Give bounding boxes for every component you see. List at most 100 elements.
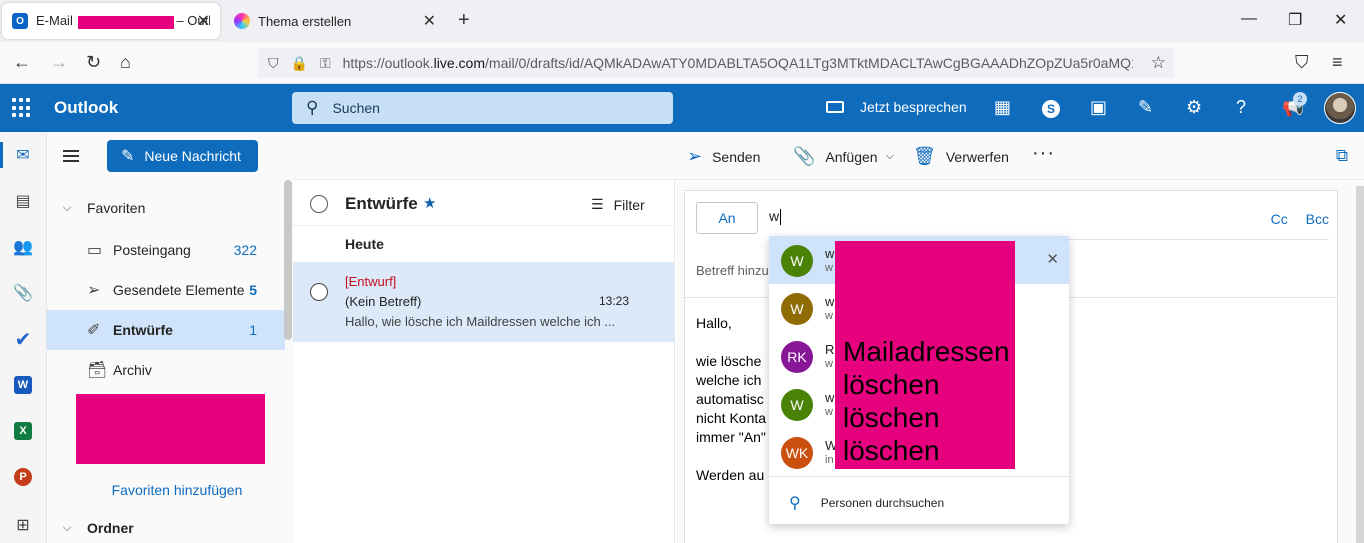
tab-title: E-Mail – Outl: [36, 13, 210, 29]
filter-icon: ☰: [591, 196, 604, 212]
excel-icon[interactable]: X: [14, 422, 32, 440]
back-icon[interactable]: ←: [13, 52, 31, 73]
todo-icon[interactable]: ✔: [12, 328, 34, 351]
reading-scrollbar[interactable]: [1356, 186, 1364, 543]
browser-tab-outlook[interactable]: O E-Mail – Outl ✕: [2, 3, 220, 39]
cc-link[interactable]: Cc: [1271, 211, 1288, 227]
close-icon[interactable]: ✕: [1046, 250, 1059, 268]
attach-button[interactable]: 📎 Anfügen ⌵: [793, 146, 894, 167]
browser-tab-thema[interactable]: Thema erstellen ✕: [224, 3, 446, 39]
folder-pane: ✎ Neue Nachricht ⌵ Favoriten ▭ Posteinga…: [47, 132, 293, 543]
recipient-suggestions: W w w ✕ W w w RK R w W w w WK W in Maila…: [769, 236, 1069, 524]
folder-sent[interactable]: ➢ Gesendete Elemente 5: [47, 270, 285, 310]
folder-inbox[interactable]: ▭ Posteingang 322: [47, 230, 285, 270]
send-button[interactable]: ➢ Senden: [687, 146, 760, 167]
app-brand[interactable]: Outlook: [54, 98, 118, 118]
folder-scrollbar[interactable]: [284, 180, 292, 340]
shield-icon[interactable]: ⛉: [268, 55, 279, 72]
contact-email: w: [825, 262, 833, 274]
body-line: nicht Konta: [696, 410, 767, 426]
people-icon[interactable]: 👥: [12, 236, 34, 258]
browser-tab-strip: O E-Mail – Outl ✕ Thema erstellen ✕ + — …: [0, 0, 1364, 42]
inbox-icon: ▭: [87, 242, 103, 259]
to-button[interactable]: An: [696, 202, 758, 234]
hamburger-icon[interactable]: [63, 150, 79, 165]
send-icon: ➢: [687, 146, 703, 166]
meet-now-button[interactable]: Jetzt besprechen: [826, 99, 967, 115]
restore-icon[interactable]: ❐: [1288, 10, 1302, 30]
mail-icon[interactable]: ✉: [12, 144, 34, 166]
folders-header[interactable]: ⌵ Ordner: [47, 508, 285, 543]
minimize-icon[interactable]: —: [1241, 10, 1257, 28]
unread-count: 1: [249, 322, 257, 338]
search-icon: ⚲: [306, 98, 319, 117]
powerpoint-icon[interactable]: P: [14, 468, 32, 486]
new-message-label: Neue Nachricht: [144, 148, 241, 164]
subject-field[interactable]: Betreff hinzu: [696, 263, 769, 278]
favorites-header[interactable]: ⌵ Favoriten: [47, 188, 285, 228]
pop-out-icon[interactable]: ⧉: [1336, 146, 1348, 166]
video-camera-icon: [826, 101, 844, 113]
attachment-icon[interactable]: 📎: [12, 282, 34, 304]
menu-icon[interactable]: ≡: [1332, 52, 1343, 73]
close-window-icon[interactable]: ✕: [1334, 10, 1347, 30]
my-day-icon[interactable]: ✎: [1138, 97, 1153, 118]
to-field[interactable]: w: [769, 208, 781, 225]
contact-email: in: [825, 454, 834, 466]
skype-icon[interactable]: S: [1042, 100, 1060, 118]
pocket-icon[interactable]: ⛉: [1295, 52, 1309, 73]
body-line: Hallo,: [696, 315, 732, 331]
help-icon[interactable]: ?: [1236, 97, 1246, 118]
new-message-button[interactable]: ✎ Neue Nachricht: [107, 140, 258, 172]
send-label: Senden: [712, 148, 761, 165]
search-input[interactable]: ⚲ Suchen: [292, 92, 673, 124]
lock-icon[interactable]: 🔒: [291, 55, 308, 72]
bcc-link[interactable]: Bcc: [1306, 211, 1329, 227]
bookmark-star-icon[interactable]: ☆: [1151, 53, 1166, 73]
url-bar[interactable]: ⛉ 🔒 ⚿ https://outlook.live.com/mail/0/dr…: [258, 48, 1174, 78]
message-list: Entwürfe ★ ☰ Filter Heute [Entwurf] (Kei…: [293, 180, 675, 543]
discard-button[interactable]: 🗑 Verwerfen: [913, 146, 1009, 167]
home-icon[interactable]: ⌂: [120, 52, 131, 73]
word-icon[interactable]: W: [14, 376, 32, 394]
draft-tag: [Entwurf]: [345, 274, 397, 289]
url-text[interactable]: https://outlook.live.com/mail/0/drafts/i…: [343, 55, 1133, 71]
search-people-label: Personen durchsuchen: [820, 496, 945, 510]
contact-avatar: W: [781, 245, 813, 277]
notification-badge: 2: [1293, 92, 1307, 106]
reload-icon[interactable]: ↻: [86, 52, 101, 73]
divider: [769, 476, 1069, 477]
key-icon[interactable]: ⚿: [320, 55, 331, 72]
archive-icon: 🗃: [87, 362, 108, 379]
folder-drafts[interactable]: ✐ Entwürfe 1: [47, 310, 285, 350]
forward-icon[interactable]: →: [50, 52, 68, 73]
redaction: [76, 394, 265, 464]
favorite-star-icon[interactable]: ★: [423, 194, 436, 212]
qr-code-icon[interactable]: ▦: [994, 97, 1011, 118]
more-apps-icon[interactable]: ⊞: [12, 514, 34, 536]
new-tab-icon[interactable]: +: [458, 9, 470, 32]
filter-button[interactable]: ☰ Filter: [591, 196, 645, 213]
more-options-icon[interactable]: ···: [1032, 142, 1055, 165]
add-favorites-link[interactable]: Favoriten hinzufügen: [47, 482, 307, 498]
close-icon[interactable]: ✕: [197, 11, 210, 31]
contact-avatar: WK: [781, 437, 813, 469]
body-line: welche ich: [696, 372, 762, 388]
office-icon[interactable]: ▣: [1090, 97, 1107, 118]
calendar-icon[interactable]: ▤: [12, 190, 34, 212]
app-launcher-icon[interactable]: [12, 98, 32, 118]
overlay-text: löschen: [843, 369, 940, 400]
close-icon[interactable]: ✕: [423, 11, 436, 31]
select-checkbox[interactable]: [310, 283, 328, 301]
redaction-overlay: Mailadressen löschen löschen löschen: [835, 241, 1015, 469]
select-all-checkbox[interactable]: [310, 195, 328, 213]
contact-avatar: RK: [781, 341, 813, 373]
discard-label: Verwerfen: [945, 148, 1009, 165]
list-item[interactable]: [Entwurf] (Kein Betreff) 13:23 Hallo, wi…: [293, 262, 675, 342]
settings-gear-icon[interactable]: ⚙: [1186, 97, 1202, 118]
folder-label: Archiv: [113, 362, 152, 378]
avatar[interactable]: [1324, 92, 1356, 124]
search-people-button[interactable]: ⚲ Personen durchsuchen: [789, 493, 944, 513]
favorites-label: Favoriten: [87, 200, 146, 216]
folder-archive[interactable]: 🗃 Archiv: [47, 350, 285, 390]
